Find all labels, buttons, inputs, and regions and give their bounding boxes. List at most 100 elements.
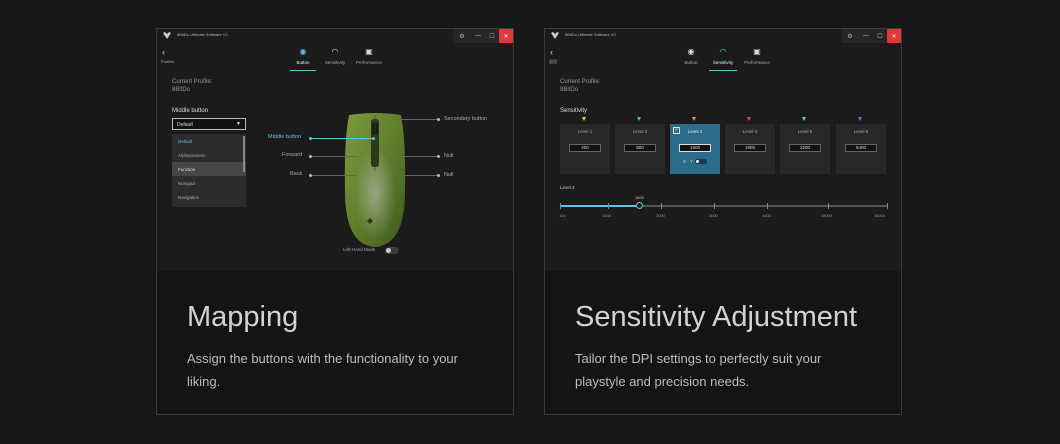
minimize-button[interactable]: — — [471, 29, 485, 43]
null1-mapping-label[interactable]: Null — [444, 153, 453, 159]
dropdown-option-default[interactable]: Default — [172, 134, 246, 148]
app-window: 8BitDo Ultimate Software V2 ⚙ — ☐ ✕ ‹ Pr… — [157, 29, 513, 271]
tick-label: 16000 — [874, 213, 886, 218]
back-mapping-label[interactable]: Back — [290, 171, 302, 177]
sensitivity-card: 8BitDo Ultimate Software V2 ⚙ — ☐ ✕ ‹ 返回… — [544, 28, 902, 415]
slider-tick — [714, 203, 715, 209]
level-card[interactable]: Level 4 1900 — [725, 124, 775, 174]
level-card[interactable]: Level 1 400 — [560, 124, 610, 174]
level-card[interactable]: Level 6 6400 — [836, 124, 886, 174]
tab-button[interactable]: ◉ Button — [678, 45, 704, 71]
middle-button-anchor — [372, 136, 375, 140]
level-card[interactable]: Level 2 800 — [615, 124, 665, 174]
dpi-value-input[interactable]: 800 — [624, 144, 656, 152]
card-description: Assign the buttons with the functionalit… — [187, 351, 458, 389]
dpi-level-5[interactable]: Level 5 3200 — [780, 117, 830, 175]
tick-label: 3000 — [709, 213, 718, 218]
mouse-icon: ◉ — [299, 47, 307, 56]
xy-label: X · Y — [683, 159, 693, 164]
dpi-slider[interactable] — [560, 202, 888, 209]
level-color-marker — [692, 117, 696, 121]
secondary-dot[interactable] — [437, 117, 440, 121]
dpi-level-3[interactable]: ✓ Level 3 1600 X · Y — [670, 117, 720, 175]
middle-button-mapping-label[interactable]: Middle button — [268, 134, 301, 140]
app-title: 8BitDo Ultimate Software V2 — [565, 32, 616, 37]
tab-button[interactable]: ◉ Button — [290, 45, 316, 71]
left-hand-mode-toggle[interactable] — [385, 247, 399, 254]
slider-knob[interactable] — [636, 202, 643, 209]
dpi-value-input[interactable]: 400 — [569, 144, 601, 152]
dropdown-option-alphanumeric[interactable]: Alphanumeric — [172, 148, 246, 162]
tab-sensitivity[interactable]: ◠ Sensitivity — [709, 45, 737, 71]
function-dropdown[interactable]: Default ▼ — [172, 118, 246, 130]
dropdown-scrollbar[interactable] — [243, 136, 245, 172]
card-heading: Mapping — [187, 301, 299, 333]
dpi-level-2[interactable]: Level 2 800 — [615, 117, 665, 175]
dropdown-list: Default Alphanumeric Function Numpad Nav… — [172, 134, 246, 207]
dpi-level-6[interactable]: Level 6 6400 — [836, 117, 886, 175]
profile-label: Current Profile: — [560, 79, 601, 85]
level-color-marker — [747, 117, 751, 121]
forward-mapping-label[interactable]: Forward — [282, 152, 302, 158]
dropdown-option-numpad[interactable]: Numpad — [172, 176, 246, 190]
level-color-marker — [802, 117, 806, 121]
dpi-level-1[interactable]: Level 1 400 — [560, 117, 610, 175]
slider-tick — [661, 203, 662, 209]
middle-button-dot[interactable] — [309, 136, 312, 140]
slider-tick — [828, 203, 829, 209]
slider-tick — [560, 203, 561, 209]
mouse-image — [344, 113, 406, 247]
settings-gear-icon[interactable]: ⚙ — [841, 29, 859, 43]
caret-down-icon: ▼ — [236, 121, 241, 127]
app-title: 8BitDo Ultimate Software V2 — [177, 32, 228, 37]
back-leader — [311, 175, 357, 176]
dropdown-option-navigation[interactable]: Navigation — [172, 190, 246, 204]
level-card[interactable]: ✓ Level 3 1600 X · Y — [670, 124, 720, 174]
null1-dot[interactable] — [437, 154, 440, 158]
tab-bar: ◉ Button ◠ Sensitivity ▣ Performance — [545, 45, 901, 71]
null2-dot[interactable] — [437, 173, 440, 177]
null2-mapping-label[interactable]: Null — [444, 172, 453, 178]
profile-name: 8BitDo — [560, 87, 579, 93]
dpi-value-input[interactable]: 6400 — [845, 144, 877, 152]
card-heading: Sensitivity Adjustment — [575, 301, 858, 333]
maximize-button[interactable]: ☐ — [485, 29, 499, 43]
tick-label: 2000 — [656, 213, 665, 218]
tab-sensitivity[interactable]: ◠ Sensitivity — [322, 45, 348, 71]
null1-leader — [395, 156, 439, 157]
slider-tick — [608, 203, 609, 209]
back-dot[interactable] — [309, 173, 312, 177]
maximize-button[interactable]: ☐ — [873, 29, 887, 43]
mouse-icon: ◉ — [687, 47, 695, 56]
slider-value-label: 1600 — [635, 195, 644, 200]
app-window: 8BitDo Ultimate Software V2 ⚙ — ☐ ✕ ‹ 返回… — [545, 29, 901, 271]
dpi-value-input[interactable]: 1900 — [734, 144, 766, 152]
chip-icon: ▣ — [365, 47, 373, 56]
middle-button-leader — [310, 138, 374, 139]
tab-bar: ◉ Button ◠ Sensitivity ▣ Performance — [157, 45, 513, 71]
secondary-mapping-label[interactable]: Secondary button — [444, 116, 487, 122]
tab-performance[interactable]: ▣ Performance — [353, 45, 385, 71]
close-button[interactable]: ✕ — [887, 29, 901, 43]
dpi-value-input[interactable]: 3200 — [789, 144, 821, 152]
forward-leader — [311, 156, 357, 157]
tab-performance[interactable]: ▣ Performance — [741, 45, 773, 71]
null2-leader — [395, 175, 439, 176]
slider-tick — [887, 203, 888, 209]
dpi-level-4[interactable]: Level 4 1900 — [725, 117, 775, 175]
tick-label: 15000 — [821, 213, 833, 218]
dropdown-option-function[interactable]: Function — [172, 162, 246, 176]
dpi-levels: Level 1 400 Level 2 800 ✓ Level 3 1600 X… — [560, 117, 886, 175]
close-button[interactable]: ✕ — [499, 29, 513, 43]
settings-gear-icon[interactable]: ⚙ — [453, 29, 471, 43]
minimize-button[interactable]: — — [859, 29, 873, 43]
forward-dot[interactable] — [309, 154, 312, 158]
dpi-value-input[interactable]: 1600 — [679, 144, 711, 152]
profile-label: Current Profile: — [172, 79, 213, 85]
app-logo-icon — [551, 32, 559, 39]
xy-toggle[interactable] — [695, 159, 707, 164]
card-description: Tailor the DPI settings to perfectly sui… — [575, 351, 822, 389]
secondary-leader — [395, 119, 439, 120]
left-hand-mode-label: Left-Hand Mode — [343, 247, 376, 252]
level-card[interactable]: Level 5 3200 — [780, 124, 830, 174]
